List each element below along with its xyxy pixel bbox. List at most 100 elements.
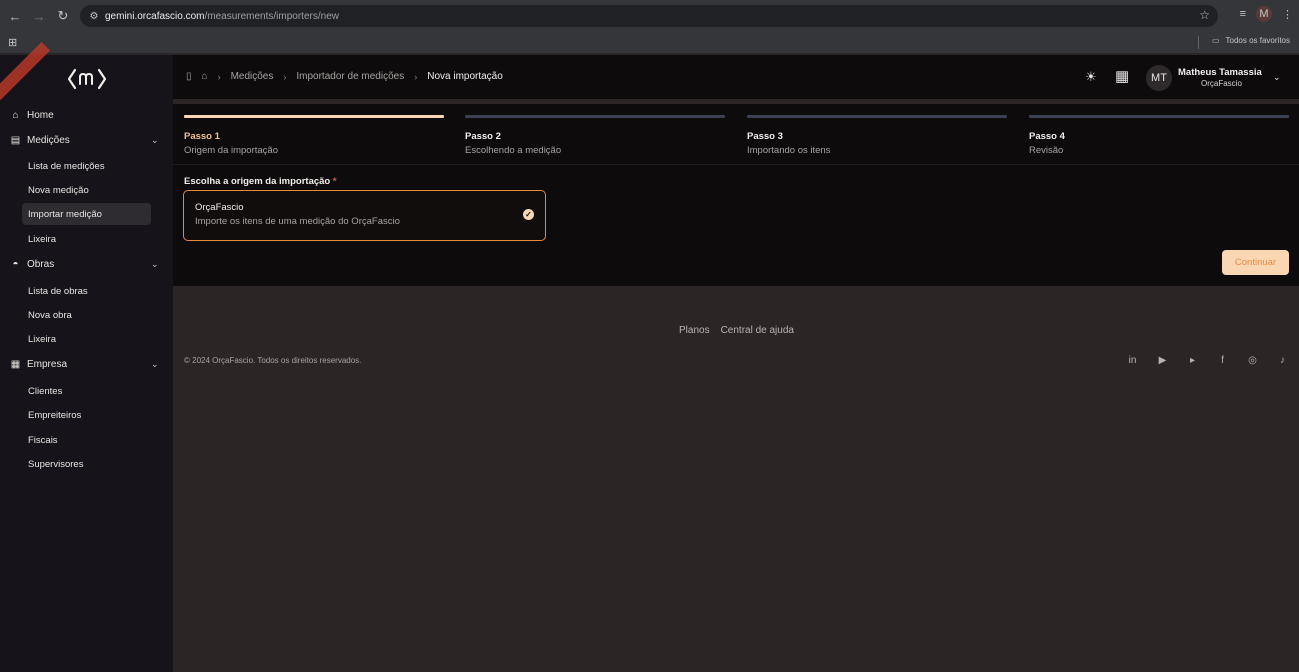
media-controls-icon[interactable]: ≡ (1240, 8, 1246, 20)
forward-button[interactable]: → (27, 4, 51, 28)
step-1-number: Passo 1 (184, 131, 220, 142)
continue-button[interactable]: Continuar (1222, 250, 1289, 275)
profile-avatar[interactable]: M (1256, 6, 1272, 22)
sidebar-section-empresa[interactable]: ▦ Empresa ⌄ (10, 359, 159, 370)
step-4-bar (1029, 115, 1289, 118)
folder-icon: ▭ (1211, 36, 1220, 45)
footer-link-planos[interactable]: Planos (679, 325, 710, 336)
home-icon: ⌂ (12, 110, 19, 121)
home-icon[interactable]: ⌂ (202, 71, 208, 82)
import-panel: Passo 1 Origem da importação Passo 2 Esc… (173, 104, 1299, 286)
clipboard-icon: ▤ (10, 135, 21, 146)
sidebar-item-lixeira-obras[interactable]: Lixeira (22, 328, 151, 350)
step-4-number: Passo 4 (1029, 131, 1065, 142)
youtube-icon[interactable]: ▸ (1186, 354, 1199, 367)
chevron-right-icon: › (414, 71, 418, 82)
option-title: OrçaFascio (195, 202, 244, 213)
browser-toolbar: ← → ↻ ⚙ gemini.orcafascio.com/measuremen… (0, 0, 1299, 32)
theme-toggle-icon[interactable]: ☀ (1085, 69, 1097, 85)
kebab-menu-icon[interactable]: ⋮ (1282, 8, 1293, 21)
orcafascio-logo[interactable] (67, 67, 107, 91)
arrow-right-icon: → (32, 8, 46, 24)
import-origin-label: Escolha a origem da importação * (184, 176, 337, 187)
bookmarks-folder-label: Todos os favoritos (1225, 36, 1290, 45)
browser-actions: ≡ M ⋮ (1240, 6, 1293, 22)
sidebar-item-home[interactable]: ⌂ Home (10, 110, 54, 121)
required-mark: * (332, 176, 337, 187)
tiktok-icon[interactable]: ♪ (1276, 354, 1289, 367)
linkedin-icon[interactable]: in (1126, 354, 1139, 367)
chevron-right-icon: › (217, 71, 221, 82)
step-1-desc: Origem da importação (184, 145, 278, 156)
bookmarks-folder[interactable]: ▭ Todos os favoritos (1212, 36, 1290, 45)
chevron-right-icon: › (283, 71, 287, 82)
footer-link-central-ajuda[interactable]: Central de ajuda (721, 325, 794, 336)
step-3-desc: Importando os itens (747, 145, 831, 156)
chevron-down-icon: ⌄ (151, 259, 159, 269)
helmet-icon: ◓ (12, 259, 19, 270)
user-name[interactable]: Matheus Tamassia (1178, 67, 1262, 78)
app-sidebar: ⌂ Home ▤ Medições ⌄ Lista de medições No… (0, 42, 173, 672)
sidebar-section-medicoes[interactable]: ▤ Medições ⌄ (10, 135, 159, 146)
option-description: Importe os itens de uma medição do OrçaF… (195, 216, 400, 227)
reload-icon: ↻ (57, 8, 69, 23)
url-host: gemini.orcafascio.com (105, 10, 205, 22)
sidebar-section-label: Medições (27, 135, 70, 146)
option-orcafascio[interactable]: OrçaFascio Importe os itens de uma mediç… (183, 190, 546, 241)
sidebar-toggle-icon[interactable]: ▯ (186, 71, 192, 82)
step-2-bar (465, 115, 725, 118)
check-circle-icon: ✓ (523, 209, 534, 220)
step-3-bar (747, 115, 1007, 118)
sidebar-item-lixeira-medicoes[interactable]: Lixeira (22, 228, 151, 250)
url-text: gemini.orcafascio.com/measurements/impor… (105, 11, 339, 22)
building-icon: ▦ (10, 359, 21, 370)
bookmarks-divider (1198, 36, 1199, 49)
bookmark-star-icon[interactable]: ☆ (1199, 8, 1210, 22)
instagram-icon[interactable]: ◎ (1246, 354, 1259, 367)
arrow-left-icon: ← (8, 8, 22, 24)
breadcrumb-medicoes[interactable]: Medições (231, 71, 274, 82)
reload-button[interactable]: ↻ (51, 4, 75, 28)
sidebar-item-fiscais[interactable]: Fiscais (22, 429, 151, 451)
back-button[interactable]: ← (3, 4, 27, 28)
address-bar[interactable]: ⚙ gemini.orcafascio.com/measurements/imp… (80, 5, 1218, 27)
user-company: OrçaFascio (1201, 79, 1242, 88)
sidebar-section-obras[interactable]: ◓ Obras ⌄ (10, 259, 158, 270)
breadcrumb: ▯ ⌂ › Medições › Importador de medições … (186, 71, 503, 82)
apps-grid-icon[interactable]: ⊞ (8, 36, 17, 49)
sidebar-item-nova-medicao[interactable]: Nova medição (22, 179, 151, 201)
sidebar-item-lista-obras[interactable]: Lista de obras (22, 280, 151, 302)
facebook-icon[interactable]: f (1216, 354, 1229, 367)
chevron-down-icon: ⌄ (151, 135, 159, 145)
play-store-icon[interactable]: ▶ (1156, 354, 1169, 367)
chevron-down-icon: ⌄ (151, 359, 159, 369)
import-origin-label-text: Escolha a origem da importação (184, 176, 331, 187)
step-3-number: Passo 3 (747, 131, 783, 142)
step-4-desc: Revisão (1029, 145, 1064, 156)
step-1-bar (184, 115, 444, 118)
social-links: in ▶ ▸ f ◎ ♪ (1126, 354, 1289, 367)
breadcrumb-importador[interactable]: Importador de medições (296, 71, 404, 82)
sidebar-section-label: Empresa (27, 359, 68, 370)
step-2-desc: Escolhendo a medição (465, 145, 562, 156)
footer-links: Planos Central de ajuda (679, 325, 794, 336)
sidebar-section-label: Obras (27, 259, 55, 270)
sidebar-item-empreiteiros[interactable]: Empreiteiros (22, 404, 151, 426)
avatar[interactable]: MT (1146, 65, 1172, 91)
step-2-number: Passo 2 (465, 131, 501, 142)
site-info-icon[interactable]: ⚙ (83, 11, 105, 22)
url-path: /measurements/importers/new (204, 10, 339, 22)
sidebar-item-label: Home (27, 110, 54, 121)
sidebar-item-importar-medicao[interactable]: Importar medição (22, 203, 151, 225)
copyright-text: © 2024 OrçaFascio. Todos os direitos res… (184, 356, 362, 365)
sidebar-item-nova-obra[interactable]: Nova obra (22, 304, 151, 326)
sidebar-item-supervisores[interactable]: Supervisores (22, 453, 151, 475)
bookmarks-bar: ⊞ ▭ Todos os favoritos (0, 32, 1299, 54)
steps-divider (173, 164, 1299, 165)
app-header: ▯ ⌂ › Medições › Importador de medições … (173, 55, 1299, 99)
sidebar-item-clientes[interactable]: Clientes (22, 380, 151, 402)
apps-switcher-icon[interactable]: ▦ (1115, 67, 1129, 85)
chevron-down-icon[interactable]: ⌄ (1273, 72, 1281, 83)
sidebar-item-lista-medicoes[interactable]: Lista de medições (22, 155, 151, 177)
breadcrumb-current: Nova importação (427, 71, 503, 82)
